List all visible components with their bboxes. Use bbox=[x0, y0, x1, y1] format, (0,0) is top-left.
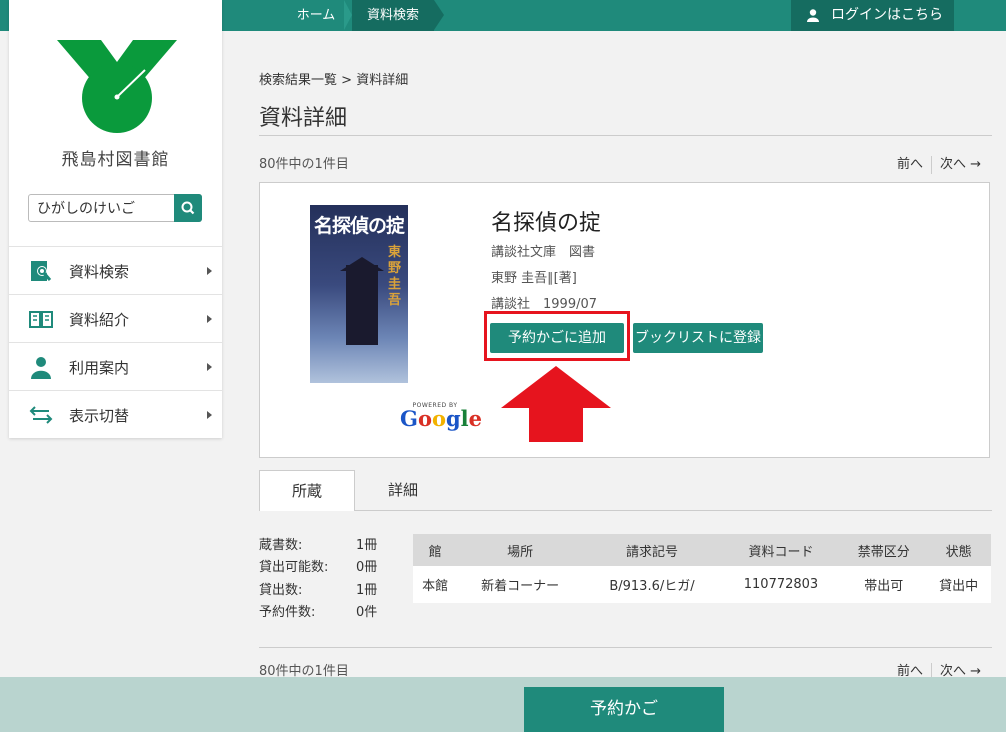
column-header: 状態 bbox=[926, 534, 991, 566]
search-icon bbox=[181, 201, 195, 215]
sidebar-item-introduction[interactable]: 資料紹介 bbox=[9, 294, 222, 342]
tab-holdings[interactable]: 所蔵 bbox=[259, 470, 355, 511]
next-link[interactable]: 次へ → bbox=[940, 157, 981, 172]
divider bbox=[259, 647, 992, 648]
chevron-right-icon bbox=[207, 411, 212, 419]
result-count: 80件中の1件目 bbox=[259, 157, 349, 172]
breadcrumb-current: 資料詳細 bbox=[356, 73, 409, 88]
bottom-bar bbox=[0, 677, 1006, 732]
table-header-row: 館 場所 請求記号 資料コード 禁帯区分 状態 bbox=[413, 534, 991, 566]
chevron-right-icon bbox=[207, 267, 212, 275]
library-name: 飛島村図書館 bbox=[61, 150, 170, 170]
table-cell: 110772803 bbox=[720, 566, 842, 603]
sidebar-item-label: 利用案内 bbox=[69, 359, 130, 377]
open-book-icon bbox=[29, 311, 53, 328]
highlight-box bbox=[484, 311, 630, 361]
book-publisher: 講談社 1999/07 bbox=[491, 297, 598, 312]
stat-value: 0件 bbox=[356, 605, 378, 620]
page-title: 資料詳細 bbox=[259, 106, 348, 131]
column-header: 資料コード bbox=[720, 534, 842, 566]
sidebar-item-search[interactable]: 資料検索 bbox=[9, 246, 222, 294]
sidebar: 飛島村図書館 資料検索 資料紹介 利用案内 bbox=[9, 0, 222, 438]
table-cell: 帯出可 bbox=[841, 566, 927, 603]
add-to-booklist-button[interactable]: ブックリストに登録 bbox=[633, 323, 763, 353]
library-logo[interactable] bbox=[57, 40, 177, 135]
stat-value: 1冊 bbox=[356, 538, 378, 553]
column-header: 禁帯区分 bbox=[841, 534, 927, 566]
sidebar-item-label: 資料紹介 bbox=[69, 311, 130, 329]
login-button[interactable]: ログインはこちら bbox=[791, 0, 954, 31]
login-label: ログインはこちら bbox=[831, 7, 943, 23]
book-author[interactable]: 東野 圭吾∥[著] bbox=[491, 267, 577, 286]
search-catalog-icon bbox=[31, 261, 52, 281]
tab-divider bbox=[259, 510, 992, 511]
divider bbox=[259, 135, 992, 136]
stat-label: 貸出数: bbox=[259, 583, 303, 598]
stat-label: 蔵書数: bbox=[259, 538, 303, 553]
column-header: 請求記号 bbox=[583, 534, 721, 566]
nav-home-link[interactable]: ホーム bbox=[280, 0, 352, 31]
nav-search-link[interactable]: 資料検索 bbox=[352, 0, 444, 31]
chevron-right-icon bbox=[207, 315, 212, 323]
search-input[interactable] bbox=[29, 195, 175, 221]
cover-author: 東野圭吾 bbox=[388, 245, 402, 308]
stat-label: 予約件数: bbox=[259, 605, 316, 620]
user-icon bbox=[807, 9, 819, 22]
column-header: 場所 bbox=[457, 534, 584, 566]
chevron-right-icon bbox=[207, 363, 212, 371]
cover-title: 名探偵の掟 bbox=[314, 215, 405, 237]
sidebar-item-label: 表示切替 bbox=[69, 407, 130, 425]
holdings-table: 館 場所 請求記号 資料コード 禁帯区分 状態 本館 新着コーナー B/913.… bbox=[413, 534, 991, 603]
breadcrumb-separator: > bbox=[341, 73, 353, 88]
red-up-arrow-icon bbox=[501, 366, 611, 442]
table-cell: 新着コーナー bbox=[457, 566, 584, 603]
sidebar-item-guide[interactable]: 利用案内 bbox=[9, 342, 222, 390]
stat-value: 0冊 bbox=[356, 560, 378, 575]
book-detail-card: 名探偵の掟 東野圭吾 POWERED BY Google 名探偵の掟 講談社文庫… bbox=[259, 182, 990, 458]
breadcrumb-results-link[interactable]: 検索結果一覧 bbox=[259, 73, 337, 88]
user-guide-icon bbox=[31, 357, 51, 379]
tab-detail[interactable]: 詳細 bbox=[355, 470, 451, 510]
book-cover-image: 名探偵の掟 東野圭吾 bbox=[310, 205, 408, 383]
search-button[interactable] bbox=[174, 194, 202, 222]
table-cell: 貸出中 bbox=[926, 566, 991, 603]
sidebar-item-display-switch[interactable]: 表示切替 bbox=[9, 390, 222, 438]
column-header: 館 bbox=[413, 534, 458, 566]
book-series: 講談社文庫 図書 bbox=[491, 245, 596, 260]
table-cell: 本館 bbox=[413, 566, 458, 603]
stat-label: 貸出可能数: bbox=[259, 560, 329, 575]
breadcrumb: 検索結果一覧 > 資料詳細 bbox=[259, 69, 408, 88]
stat-value: 1冊 bbox=[356, 583, 378, 598]
search-box bbox=[28, 194, 202, 222]
book-title: 名探偵の掟 bbox=[491, 211, 602, 236]
table-row: 本館 新着コーナー B/913.6/ヒガ/ 110772803 帯出可 貸出中 bbox=[413, 566, 991, 603]
google-wordmark: Google bbox=[400, 406, 483, 431]
table-cell: B/913.6/ヒガ/ bbox=[583, 566, 721, 603]
reservation-cart-button[interactable]: 予約かご bbox=[524, 687, 724, 732]
sidebar-item-label: 資料検索 bbox=[69, 263, 130, 281]
powered-by-google-logo[interactable]: POWERED BY Google bbox=[400, 402, 483, 431]
pager-top: 前へ 次へ → bbox=[897, 153, 981, 174]
prev-link[interactable]: 前へ bbox=[897, 157, 923, 172]
switch-arrows-icon bbox=[29, 406, 53, 424]
